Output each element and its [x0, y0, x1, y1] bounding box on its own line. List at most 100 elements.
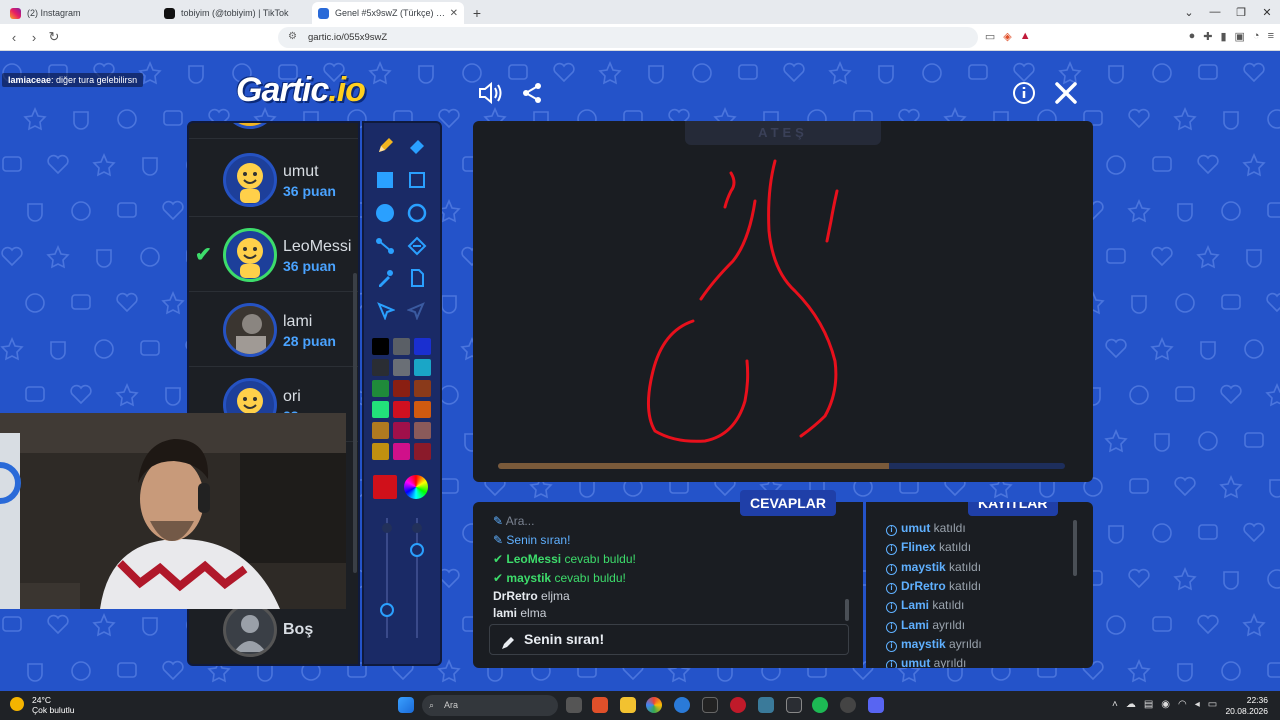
- line-icon[interactable]: [370, 231, 400, 261]
- weather-widget[interactable]: 24°C Çok bulutlu: [10, 695, 75, 715]
- color-swatch[interactable]: [393, 422, 410, 439]
- taskbar-search[interactable]: ⌕ Ara: [422, 695, 558, 716]
- filled-circle-icon[interactable]: [370, 198, 400, 228]
- share-icon[interactable]: [518, 79, 546, 107]
- color-wheel-icon[interactable]: [404, 475, 428, 499]
- start-icon[interactable]: [398, 697, 414, 713]
- drawing-tools: [362, 121, 442, 666]
- reload-icon[interactable]: ↻: [44, 29, 64, 45]
- browser-tab-gartic[interactable]: Genel #5x9swZ (Türkçe) - Gartic.io ✕: [312, 2, 464, 24]
- forward-icon[interactable]: ›: [24, 30, 44, 45]
- brave-shield-icon[interactable]: ◈: [1003, 30, 1011, 43]
- eyedropper-icon[interactable]: [370, 263, 400, 293]
- clock[interactable]: 22:36 20.08.2026: [1225, 695, 1268, 717]
- answer-input[interactable]: Senin sıran!: [489, 624, 849, 655]
- app-icon[interactable]: [758, 697, 774, 713]
- tab-search-icon[interactable]: ⌄: [1176, 6, 1202, 19]
- task-view-icon[interactable]: [566, 697, 582, 713]
- undo-icon[interactable]: [370, 295, 400, 325]
- exit-icon[interactable]: [1052, 79, 1080, 107]
- doodle-shape: [1267, 109, 1280, 129]
- color-swatch[interactable]: [372, 380, 389, 397]
- site-info-icon[interactable]: ⚙: [288, 31, 297, 42]
- selected-color-swatch[interactable]: [373, 475, 397, 499]
- wifi-icon[interactable]: ◠: [1178, 699, 1187, 710]
- fill-bucket-icon[interactable]: [402, 231, 432, 261]
- color-swatch[interactable]: [393, 401, 410, 418]
- answers-scrollbar[interactable]: [845, 599, 849, 621]
- incognito-icon[interactable]: ●: [1189, 30, 1196, 43]
- sound-icon[interactable]: [476, 79, 504, 107]
- size-slider-handle[interactable]: [410, 543, 424, 557]
- volume-icon[interactable]: ◂: [1195, 699, 1200, 710]
- extensions-icon[interactable]: ✚: [1203, 30, 1212, 43]
- vpn-icon[interactable]: ◔: [1253, 30, 1260, 43]
- chrome-icon[interactable]: [646, 697, 662, 713]
- color-swatch[interactable]: [393, 359, 410, 376]
- spotify-icon[interactable]: [812, 697, 828, 713]
- color-swatch[interactable]: [393, 380, 410, 397]
- redo-icon[interactable]: [402, 295, 432, 325]
- eraser-icon[interactable]: [402, 131, 432, 161]
- info-icon: i: [886, 563, 897, 575]
- info-icon[interactable]: [1010, 79, 1038, 107]
- doodle-shape: [115, 382, 139, 407]
- rectangle-icon[interactable]: [402, 165, 432, 195]
- doodle-shape: [1269, 479, 1280, 498]
- recorder-icon[interactable]: [730, 697, 746, 713]
- size-slider-track[interactable]: [416, 518, 418, 638]
- url-field[interactable]: ⚙ gartic.io/055x9swZ: [278, 27, 978, 48]
- new-tab-button[interactable]: +: [466, 2, 488, 24]
- menu-icon[interactable]: ≡: [1268, 30, 1274, 43]
- browser-tab-instagram[interactable]: (2) Instagram: [4, 2, 156, 24]
- rewards-icon[interactable]: ▲: [1020, 30, 1031, 43]
- battery-icon[interactable]: ▭: [1208, 699, 1217, 710]
- player-row[interactable]: lami 28 puan: [189, 293, 358, 367]
- player-row[interactable]: ✔ LeoMessi 36 puan: [189, 218, 358, 292]
- drawing-canvas[interactable]: ATEŞ: [473, 121, 1093, 482]
- wallet-icon[interactable]: ▣: [1235, 30, 1245, 43]
- color-swatch[interactable]: [414, 359, 431, 376]
- browser-tab-tiktok[interactable]: tobiyim (@tobiyim) | TikTok: [158, 2, 310, 24]
- circle-icon[interactable]: [402, 198, 432, 228]
- color-swatch[interactable]: [414, 338, 431, 355]
- brave-icon[interactable]: [592, 697, 608, 713]
- new-page-icon[interactable]: [402, 263, 432, 293]
- color-swatch[interactable]: [414, 380, 431, 397]
- obs-icon[interactable]: [702, 697, 718, 713]
- color-swatch[interactable]: [414, 443, 431, 460]
- close-tab-icon[interactable]: ✕: [450, 8, 458, 19]
- logs-scrollbar[interactable]: [1073, 520, 1077, 576]
- sidebar-icon[interactable]: ▮: [1220, 30, 1226, 43]
- color-swatch[interactable]: [372, 422, 389, 439]
- mic-icon[interactable]: ◉: [1161, 699, 1170, 710]
- color-swatch[interactable]: [414, 401, 431, 418]
- color-swatch[interactable]: [414, 422, 431, 439]
- players-scrollbar[interactable]: [353, 273, 357, 573]
- doodle-shape: [1243, 62, 1265, 83]
- filled-rectangle-icon[interactable]: [370, 165, 400, 195]
- file-explorer-icon[interactable]: [620, 697, 636, 713]
- network-icon[interactable]: ▤: [1144, 699, 1153, 710]
- chevron-up-icon[interactable]: ˄: [1112, 699, 1118, 710]
- app-icon[interactable]: [786, 697, 802, 713]
- color-swatch[interactable]: [393, 443, 410, 460]
- cast-icon[interactable]: ▭: [985, 30, 995, 43]
- restore-icon[interactable]: ❐: [1228, 6, 1254, 19]
- minimize-icon[interactable]: —: [1202, 6, 1228, 18]
- color-swatch[interactable]: [393, 338, 410, 355]
- back-icon[interactable]: ‹: [4, 30, 24, 45]
- cloud-icon[interactable]: ☁: [1126, 699, 1136, 710]
- opacity-slider-track[interactable]: [386, 518, 388, 638]
- app-icon[interactable]: [840, 697, 856, 713]
- pencil-icon[interactable]: [370, 131, 400, 161]
- color-swatch[interactable]: [372, 443, 389, 460]
- edge-icon[interactable]: [674, 697, 690, 713]
- color-swatch[interactable]: [372, 359, 389, 376]
- opacity-slider-handle[interactable]: [380, 603, 394, 617]
- close-window-icon[interactable]: ✕: [1254, 6, 1280, 19]
- color-swatch[interactable]: [372, 338, 389, 355]
- color-swatch[interactable]: [372, 401, 389, 418]
- discord-icon[interactable]: [868, 697, 884, 713]
- player-row[interactable]: umut 36 puan: [189, 143, 358, 217]
